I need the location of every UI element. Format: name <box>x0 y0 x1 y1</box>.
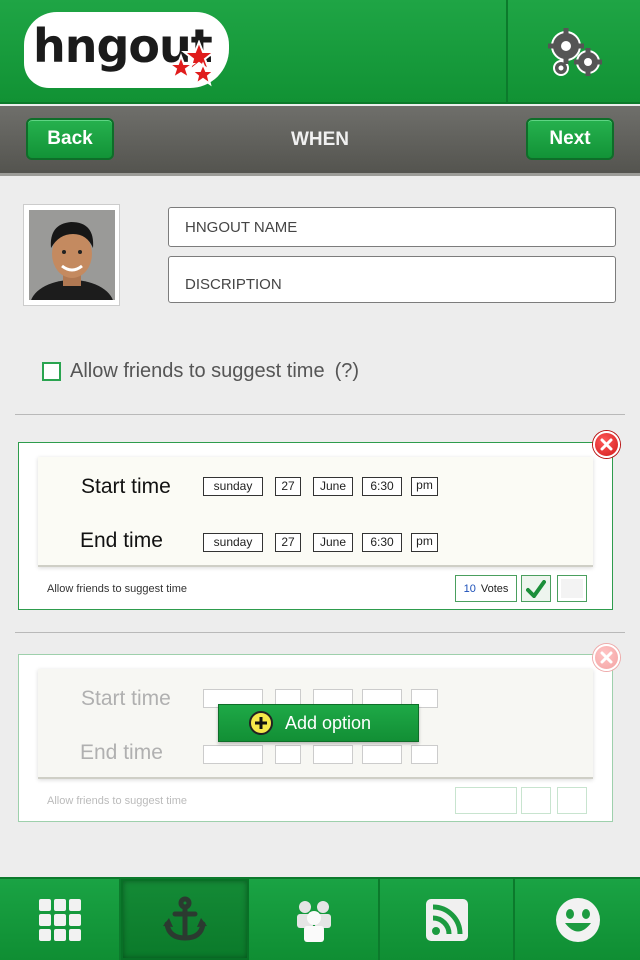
end-time-row: End time <box>38 741 593 773</box>
start-time-label: Start time <box>81 687 171 710</box>
time-option-card: Start time sunday 27 June 6:30 pm End ti… <box>18 442 613 610</box>
tab-profile[interactable] <box>515 879 640 960</box>
smiley-icon <box>555 897 600 942</box>
approve-button[interactable] <box>521 575 551 602</box>
end-month-select <box>313 745 353 764</box>
start-date-select[interactable]: 27 <box>275 477 301 496</box>
grid-icon <box>38 898 81 941</box>
end-date-select <box>275 745 301 764</box>
end-time-label: End time <box>80 741 163 764</box>
option-footer-text: Allow friends to suggest time <box>47 795 188 807</box>
end-time-row: End time sunday 27 June 6:30 pm <box>38 529 593 561</box>
reject-button <box>557 787 587 814</box>
reject-button[interactable] <box>557 575 587 602</box>
bottom-tab-bar <box>0 877 640 960</box>
plus-icon <box>249 711 273 735</box>
start-time-row: Start time sunday 27 June 6:30 pm <box>38 475 593 505</box>
option-footer-text: Allow friends to suggest time <box>47 583 188 595</box>
avatar[interactable] <box>23 204 120 306</box>
start-ampm-select[interactable]: pm <box>411 477 438 496</box>
back-button[interactable]: Back <box>26 118 114 160</box>
hangout-name-field[interactable]: HNGOUT NAME <box>168 207 616 247</box>
help-link[interactable]: (?) <box>335 360 359 383</box>
tab-anchor[interactable] <box>121 879 249 960</box>
people-icon <box>296 900 331 942</box>
next-button[interactable]: Next <box>526 118 614 160</box>
start-time-label: Start time <box>81 475 171 498</box>
end-day-select[interactable]: sunday <box>203 533 263 552</box>
start-time-select[interactable]: 6:30 <box>362 477 402 496</box>
tab-feed[interactable] <box>380 879 515 960</box>
approve-button <box>521 787 551 814</box>
stars-icon <box>165 40 217 87</box>
votes-count: 10 <box>463 582 476 595</box>
start-day-select[interactable]: sunday <box>203 477 263 496</box>
tab-people[interactable] <box>249 879 380 960</box>
checkmark-icon <box>526 579 546 598</box>
profile-photo <box>29 210 115 300</box>
rss-icon <box>425 898 468 941</box>
votes-label: Votes <box>480 582 509 595</box>
tab-apps[interactable] <box>0 879 121 960</box>
remove-option-button <box>593 644 620 671</box>
time-option-panel: Start time sunday 27 June 6:30 pm End ti… <box>38 457 593 567</box>
app-header: hngout <box>0 0 640 104</box>
close-icon <box>600 651 613 664</box>
section-divider <box>15 632 625 633</box>
remove-option-button[interactable] <box>593 431 620 458</box>
nav-bar: Back WHEN Next <box>0 106 640 176</box>
end-ampm-select[interactable]: pm <box>411 533 438 552</box>
allow-suggest-row: Allow friends to suggest time (?) <box>42 360 359 383</box>
votes-badge <box>455 787 517 814</box>
close-icon <box>600 438 613 451</box>
end-time-select[interactable]: 6:30 <box>362 533 402 552</box>
allow-suggest-label: Allow friends to suggest time <box>70 360 325 382</box>
end-date-select[interactable]: 27 <box>275 533 301 552</box>
start-month-select[interactable]: June <box>313 477 353 496</box>
add-option-button[interactable]: Add option <box>218 704 419 742</box>
page-title: WHEN <box>290 129 350 150</box>
allow-suggest-checkbox[interactable] <box>42 362 61 381</box>
add-option-label: Add option <box>285 712 372 733</box>
anchor-icon <box>163 896 207 941</box>
settings-button[interactable] <box>508 0 640 104</box>
end-ampm-select <box>411 745 438 764</box>
description-field[interactable]: DISCRIPTION <box>168 256 616 303</box>
end-time-select <box>362 745 402 764</box>
votes-badge[interactable]: 10 Votes <box>455 575 517 602</box>
section-divider <box>15 414 625 415</box>
end-month-select[interactable]: June <box>313 533 353 552</box>
end-time-label: End time <box>80 529 163 552</box>
gear-icon <box>548 28 602 76</box>
hngout-logo: hngout <box>27 14 226 87</box>
end-day-select <box>203 745 263 764</box>
